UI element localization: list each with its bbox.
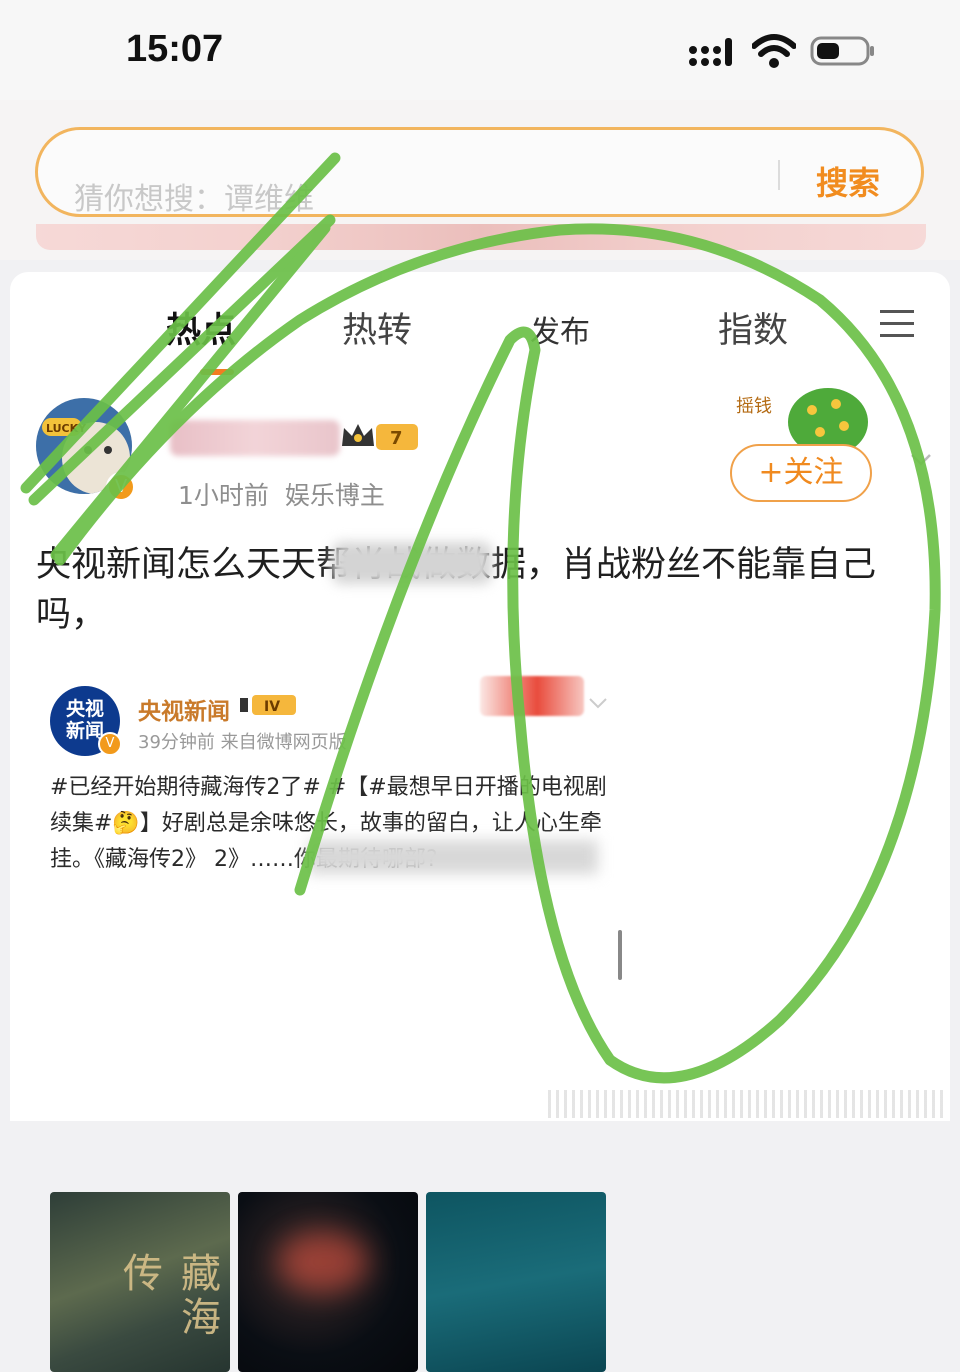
repost-card[interactable]: 央视 新闻 V 央视新闻 IV 39分钟前 来自微博网页版 #已经开始期待藏海传… (32, 672, 622, 1372)
banner-strip (36, 224, 926, 250)
crown-icon: 7 (342, 424, 418, 450)
verified-icon: V (106, 472, 136, 502)
hot-card: 热点 热转 发布 指数 LUCKY V 7 1小时前 娱乐博主 摇钱 +关注 央… (10, 272, 950, 1372)
search-bar[interactable]: 猜你想搜：谭维维 搜索 (35, 127, 924, 217)
promo-banner (480, 676, 584, 716)
thumbnail-1[interactable]: 藏海传 (50, 1192, 230, 1372)
tab-reposts[interactable]: 热转 (342, 302, 412, 353)
thumbnail-2[interactable] (238, 1192, 418, 1372)
repost-meta: 39分钟前 来自微博网页版 (138, 732, 347, 753)
repost-verified-icon: V (98, 732, 122, 756)
decoration-label: 摇钱 (736, 396, 772, 417)
signal-icon (689, 38, 732, 66)
thumbnail-3[interactable] (426, 1192, 606, 1372)
text-blur-mask (332, 542, 492, 584)
vip-badge-icon: IV (240, 695, 296, 715)
level-badge-text: 7 (390, 428, 403, 449)
thumbnail-blur (278, 1232, 368, 1292)
post-category: 娱乐博主 (284, 481, 385, 510)
menu-icon[interactable] (880, 310, 914, 338)
repost-blur-mask (308, 840, 598, 874)
logo-text-top: 央视 (65, 698, 104, 720)
repost-badge-text: IV (264, 699, 280, 715)
repost-chevron-down-icon[interactable] (588, 696, 608, 710)
status-bar: 15:07 (0, 0, 960, 100)
wifi-icon (752, 34, 796, 68)
username-blurred[interactable] (170, 420, 340, 456)
tab-hot[interactable]: 热点 (166, 302, 236, 353)
chevron-down-icon[interactable] (910, 452, 932, 468)
thumbnail-title: 藏海传 (116, 1252, 220, 1340)
status-time: 15:07 (126, 28, 224, 70)
search-placeholder: 猜你想搜：谭维维 (74, 182, 314, 217)
repost-author[interactable]: 央视新闻 (138, 692, 230, 726)
image-grid: 藏海传 (50, 1192, 610, 1372)
avatar-badge-text: LUCKY (46, 422, 87, 435)
search-divider (778, 160, 780, 190)
tab-index[interactable]: 指数 (718, 302, 788, 353)
post-header: LUCKY V 7 1小时前 娱乐博主 摇钱 +关注 (10, 382, 950, 522)
follow-button[interactable]: +关注 (730, 444, 872, 502)
post-time: 1小时前 (178, 481, 269, 510)
active-tab-indicator (200, 369, 234, 375)
battery-icon (810, 36, 874, 66)
search-button[interactable]: 搜索 (816, 158, 880, 204)
scrollbar[interactable] (618, 930, 622, 980)
post-meta: 1小时前 娱乐博主 (178, 476, 385, 512)
watermark (548, 1090, 948, 1118)
tab-bar: 热点 热转 发布 指数 (10, 272, 950, 375)
tab-publish[interactable]: 发布 (530, 307, 590, 351)
